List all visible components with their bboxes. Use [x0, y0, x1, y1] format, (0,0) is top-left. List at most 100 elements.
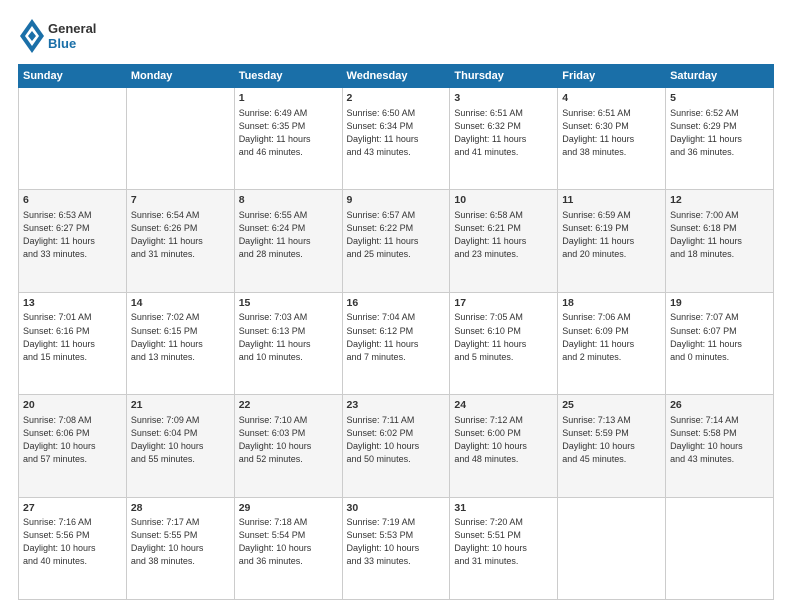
- day-info: Sunrise: 7:02 AM Sunset: 6:15 PM Dayligh…: [131, 311, 230, 363]
- day-number: 8: [239, 193, 338, 208]
- day-info: Sunrise: 6:50 AM Sunset: 6:34 PM Dayligh…: [347, 107, 446, 159]
- day-number: 15: [239, 296, 338, 311]
- day-info: Sunrise: 6:54 AM Sunset: 6:26 PM Dayligh…: [131, 209, 230, 261]
- calendar-week-5: 27Sunrise: 7:16 AM Sunset: 5:56 PM Dayli…: [19, 497, 774, 599]
- day-number: 4: [562, 91, 661, 106]
- calendar-cell-w3-d5: 17Sunrise: 7:05 AM Sunset: 6:10 PM Dayli…: [450, 292, 558, 394]
- day-info: Sunrise: 6:51 AM Sunset: 6:32 PM Dayligh…: [454, 107, 553, 159]
- calendar-table: SundayMondayTuesdayWednesdayThursdayFrid…: [18, 64, 774, 600]
- day-info: Sunrise: 6:59 AM Sunset: 6:19 PM Dayligh…: [562, 209, 661, 261]
- weekday-header-saturday: Saturday: [666, 65, 774, 88]
- day-info: Sunrise: 7:07 AM Sunset: 6:07 PM Dayligh…: [670, 311, 769, 363]
- calendar-cell-w4-d2: 21Sunrise: 7:09 AM Sunset: 6:04 PM Dayli…: [126, 395, 234, 497]
- calendar-cell-w2-d4: 9Sunrise: 6:57 AM Sunset: 6:22 PM Daylig…: [342, 190, 450, 292]
- day-info: Sunrise: 7:13 AM Sunset: 5:59 PM Dayligh…: [562, 414, 661, 466]
- day-number: 21: [131, 398, 230, 413]
- day-info: Sunrise: 7:08 AM Sunset: 6:06 PM Dayligh…: [23, 414, 122, 466]
- day-number: 1: [239, 91, 338, 106]
- calendar-cell-w5-d5: 31Sunrise: 7:20 AM Sunset: 5:51 PM Dayli…: [450, 497, 558, 599]
- calendar-cell-w4-d3: 22Sunrise: 7:10 AM Sunset: 6:03 PM Dayli…: [234, 395, 342, 497]
- calendar-cell-w3-d2: 14Sunrise: 7:02 AM Sunset: 6:15 PM Dayli…: [126, 292, 234, 394]
- calendar-cell-w3-d7: 19Sunrise: 7:07 AM Sunset: 6:07 PM Dayli…: [666, 292, 774, 394]
- day-number: 6: [23, 193, 122, 208]
- weekday-header-wednesday: Wednesday: [342, 65, 450, 88]
- calendar-cell-w5-d2: 28Sunrise: 7:17 AM Sunset: 5:55 PM Dayli…: [126, 497, 234, 599]
- day-info: Sunrise: 7:00 AM Sunset: 6:18 PM Dayligh…: [670, 209, 769, 261]
- day-info: Sunrise: 6:51 AM Sunset: 6:30 PM Dayligh…: [562, 107, 661, 159]
- day-info: Sunrise: 7:10 AM Sunset: 6:03 PM Dayligh…: [239, 414, 338, 466]
- day-number: 10: [454, 193, 553, 208]
- day-info: Sunrise: 6:57 AM Sunset: 6:22 PM Dayligh…: [347, 209, 446, 261]
- day-number: 11: [562, 193, 661, 208]
- day-info: Sunrise: 7:06 AM Sunset: 6:09 PM Dayligh…: [562, 311, 661, 363]
- calendar-week-1: 1Sunrise: 6:49 AM Sunset: 6:35 PM Daylig…: [19, 88, 774, 190]
- calendar-cell-w5-d3: 29Sunrise: 7:18 AM Sunset: 5:54 PM Dayli…: [234, 497, 342, 599]
- day-info: Sunrise: 7:03 AM Sunset: 6:13 PM Dayligh…: [239, 311, 338, 363]
- day-info: Sunrise: 6:58 AM Sunset: 6:21 PM Dayligh…: [454, 209, 553, 261]
- weekday-header-monday: Monday: [126, 65, 234, 88]
- day-number: 22: [239, 398, 338, 413]
- day-number: 29: [239, 501, 338, 516]
- calendar-cell-w5-d1: 27Sunrise: 7:16 AM Sunset: 5:56 PM Dayli…: [19, 497, 127, 599]
- calendar-cell-w1-d1: [19, 88, 127, 190]
- calendar-cell-w1-d4: 2Sunrise: 6:50 AM Sunset: 6:34 PM Daylig…: [342, 88, 450, 190]
- calendar-week-2: 6Sunrise: 6:53 AM Sunset: 6:27 PM Daylig…: [19, 190, 774, 292]
- day-info: Sunrise: 7:18 AM Sunset: 5:54 PM Dayligh…: [239, 516, 338, 568]
- day-number: 13: [23, 296, 122, 311]
- calendar-cell-w4-d4: 23Sunrise: 7:11 AM Sunset: 6:02 PM Dayli…: [342, 395, 450, 497]
- day-number: 19: [670, 296, 769, 311]
- day-number: 23: [347, 398, 446, 413]
- day-number: 17: [454, 296, 553, 311]
- day-info: Sunrise: 7:19 AM Sunset: 5:53 PM Dayligh…: [347, 516, 446, 568]
- day-number: 14: [131, 296, 230, 311]
- weekday-header-thursday: Thursday: [450, 65, 558, 88]
- calendar-cell-w5-d7: [666, 497, 774, 599]
- day-info: Sunrise: 7:09 AM Sunset: 6:04 PM Dayligh…: [131, 414, 230, 466]
- header: GeneralBlue: [18, 18, 774, 54]
- day-number: 26: [670, 398, 769, 413]
- day-info: Sunrise: 7:14 AM Sunset: 5:58 PM Dayligh…: [670, 414, 769, 466]
- day-number: 9: [347, 193, 446, 208]
- day-number: 27: [23, 501, 122, 516]
- weekday-header-tuesday: Tuesday: [234, 65, 342, 88]
- day-info: Sunrise: 7:17 AM Sunset: 5:55 PM Dayligh…: [131, 516, 230, 568]
- calendar-cell-w2-d7: 12Sunrise: 7:00 AM Sunset: 6:18 PM Dayli…: [666, 190, 774, 292]
- day-number: 7: [131, 193, 230, 208]
- day-info: Sunrise: 7:04 AM Sunset: 6:12 PM Dayligh…: [347, 311, 446, 363]
- day-info: Sunrise: 7:16 AM Sunset: 5:56 PM Dayligh…: [23, 516, 122, 568]
- calendar-cell-w4-d6: 25Sunrise: 7:13 AM Sunset: 5:59 PM Dayli…: [558, 395, 666, 497]
- calendar-cell-w2-d2: 7Sunrise: 6:54 AM Sunset: 6:26 PM Daylig…: [126, 190, 234, 292]
- calendar-cell-w1-d6: 4Sunrise: 6:51 AM Sunset: 6:30 PM Daylig…: [558, 88, 666, 190]
- calendar-cell-w1-d2: [126, 88, 234, 190]
- day-number: 28: [131, 501, 230, 516]
- day-info: Sunrise: 7:11 AM Sunset: 6:02 PM Dayligh…: [347, 414, 446, 466]
- day-info: Sunrise: 7:05 AM Sunset: 6:10 PM Dayligh…: [454, 311, 553, 363]
- calendar-cell-w1-d5: 3Sunrise: 6:51 AM Sunset: 6:32 PM Daylig…: [450, 88, 558, 190]
- page: GeneralBlue SundayMondayTuesdayWednesday…: [0, 0, 792, 612]
- calendar-cell-w3-d4: 16Sunrise: 7:04 AM Sunset: 6:12 PM Dayli…: [342, 292, 450, 394]
- logo-icon: [18, 18, 46, 54]
- weekday-header-sunday: Sunday: [19, 65, 127, 88]
- day-number: 18: [562, 296, 661, 311]
- calendar-cell-w5-d6: [558, 497, 666, 599]
- day-number: 2: [347, 91, 446, 106]
- calendar-header-row: SundayMondayTuesdayWednesdayThursdayFrid…: [19, 65, 774, 88]
- calendar-cell-w2-d6: 11Sunrise: 6:59 AM Sunset: 6:19 PM Dayli…: [558, 190, 666, 292]
- logo: GeneralBlue: [18, 18, 96, 54]
- day-info: Sunrise: 6:52 AM Sunset: 6:29 PM Dayligh…: [670, 107, 769, 159]
- day-number: 20: [23, 398, 122, 413]
- calendar-cell-w4-d7: 26Sunrise: 7:14 AM Sunset: 5:58 PM Dayli…: [666, 395, 774, 497]
- calendar-cell-w5-d4: 30Sunrise: 7:19 AM Sunset: 5:53 PM Dayli…: [342, 497, 450, 599]
- calendar-cell-w2-d1: 6Sunrise: 6:53 AM Sunset: 6:27 PM Daylig…: [19, 190, 127, 292]
- day-number: 24: [454, 398, 553, 413]
- calendar-cell-w1-d3: 1Sunrise: 6:49 AM Sunset: 6:35 PM Daylig…: [234, 88, 342, 190]
- day-number: 12: [670, 193, 769, 208]
- day-number: 16: [347, 296, 446, 311]
- day-info: Sunrise: 6:53 AM Sunset: 6:27 PM Dayligh…: [23, 209, 122, 261]
- day-info: Sunrise: 6:55 AM Sunset: 6:24 PM Dayligh…: [239, 209, 338, 261]
- day-number: 31: [454, 501, 553, 516]
- calendar-week-4: 20Sunrise: 7:08 AM Sunset: 6:06 PM Dayli…: [19, 395, 774, 497]
- day-number: 25: [562, 398, 661, 413]
- day-info: Sunrise: 7:01 AM Sunset: 6:16 PM Dayligh…: [23, 311, 122, 363]
- calendar-cell-w3-d6: 18Sunrise: 7:06 AM Sunset: 6:09 PM Dayli…: [558, 292, 666, 394]
